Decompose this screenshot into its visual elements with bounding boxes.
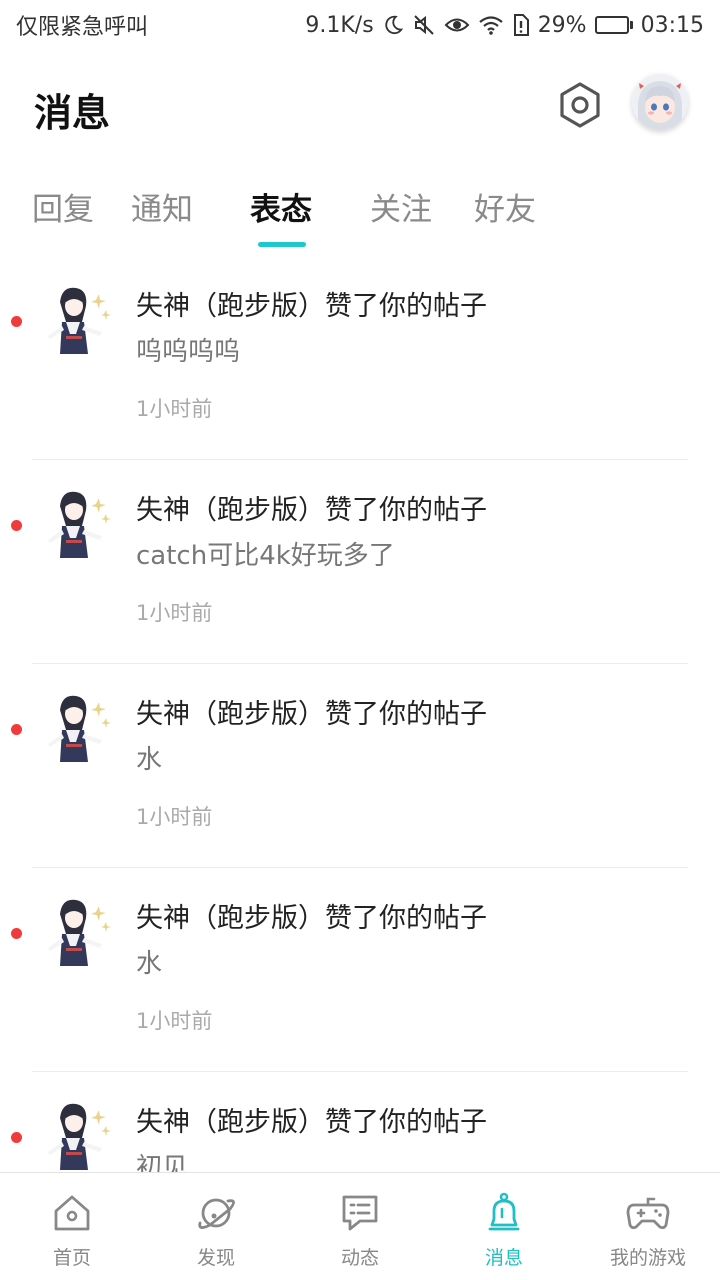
message-tabs: 回复 通知 表态 关注 好友 — [0, 176, 720, 256]
avatar[interactable] — [36, 280, 116, 360]
avatar[interactable] — [36, 1096, 116, 1172]
message-content: 水 — [136, 745, 163, 775]
message-time: 1小时前 — [136, 805, 213, 829]
tab-reply[interactable]: 回复 — [32, 184, 94, 244]
chat-icon — [338, 1191, 382, 1235]
nav-label: 消息 — [484, 1247, 523, 1269]
message-title: 失神（跑步版）赞了你的帖子 — [136, 1107, 487, 1138]
eye-icon — [444, 14, 470, 36]
list-item[interactable]: 失神（跑步版）赞了你的帖子 水 1小时前 — [0, 664, 720, 868]
avatar[interactable] — [36, 892, 116, 972]
nav-label: 我的游戏 — [609, 1247, 686, 1269]
network-speed: 9.1K/s — [305, 12, 374, 38]
nav-label: 发现 — [196, 1247, 235, 1269]
nav-home[interactable]: 首页 — [0, 1173, 144, 1280]
user-avatar[interactable] — [632, 74, 688, 130]
battery-percent: 29% — [537, 12, 587, 38]
battery-icon — [594, 16, 633, 34]
bell-icon — [482, 1191, 526, 1235]
message-title: 失神（跑步版）赞了你的帖子 — [136, 495, 487, 526]
nav-my-games[interactable]: 我的游戏 — [576, 1173, 720, 1280]
message-content: 呜呜呜呜 — [136, 337, 241, 367]
mute-icon — [412, 13, 436, 37]
list-item[interactable]: 失神（跑步版）赞了你的帖子 水 1小时前 — [0, 868, 720, 1072]
status-bar: 仅限紧急呼叫 9.1K/s 29% 03:15 — [0, 0, 720, 50]
nav-feed[interactable]: 动态 — [288, 1173, 432, 1280]
unread-dot — [11, 520, 22, 531]
carrier-text: 仅限紧急呼叫 — [16, 15, 149, 40]
avatar[interactable] — [36, 484, 116, 564]
nav-discover[interactable]: 发现 — [144, 1173, 288, 1280]
planet-icon — [194, 1191, 238, 1235]
unread-dot — [11, 316, 22, 327]
list-item[interactable]: 失神（跑步版）赞了你的帖子 catch可比4k好玩多了 1小时前 — [0, 460, 720, 664]
message-content: 初见 — [136, 1153, 189, 1172]
settings-hexagon-icon — [560, 82, 600, 128]
unread-dot — [11, 1132, 22, 1143]
unread-dot — [11, 724, 22, 735]
active-tab-indicator — [258, 242, 306, 247]
tab-reaction[interactable]: 表态 — [250, 184, 312, 244]
moon-icon — [382, 14, 404, 36]
message-title: 失神（跑步版）赞了你的帖子 — [136, 291, 487, 322]
tab-follow[interactable]: 关注 — [370, 184, 432, 244]
nav-label: 动态 — [340, 1247, 379, 1269]
list-item[interactable]: 失神（跑步版）赞了你的帖子 初见 — [0, 1072, 720, 1172]
message-title: 失神（跑步版）赞了你的帖子 — [136, 903, 487, 934]
message-list[interactable]: 失神（跑步版）赞了你的帖子 呜呜呜呜 1小时前 失神（跑步版）赞了你的帖子 ca… — [0, 256, 720, 1172]
header: 消息 — [0, 60, 720, 156]
message-time: 1小时前 — [136, 1009, 213, 1033]
home-icon — [50, 1191, 94, 1235]
list-item[interactable]: 失神（跑步版）赞了你的帖子 呜呜呜呜 1小时前 — [0, 256, 720, 460]
unread-dot — [11, 928, 22, 939]
clock: 03:15 — [640, 12, 704, 38]
nav-messages[interactable]: 消息 — [432, 1173, 576, 1280]
message-time: 1小时前 — [136, 601, 213, 625]
message-time: 1小时前 — [136, 397, 213, 421]
bottom-nav: 首页 发现 动态 消息 我的游戏 — [0, 1172, 720, 1280]
message-content: catch可比4k好玩多了 — [136, 541, 395, 571]
message-content: 水 — [136, 949, 163, 979]
page-title: 消息 — [34, 91, 111, 135]
sim-alert-icon — [512, 13, 530, 37]
gamepad-icon — [626, 1191, 670, 1235]
tab-friends[interactable]: 好友 — [474, 184, 536, 244]
status-indicators: 9.1K/s 29% 03:15 — [305, 13, 704, 38]
message-title: 失神（跑步版）赞了你的帖子 — [136, 699, 487, 730]
settings-button[interactable] — [554, 79, 606, 131]
nav-label: 首页 — [52, 1247, 91, 1269]
wifi-icon — [478, 14, 504, 36]
tab-notice[interactable]: 通知 — [131, 184, 193, 244]
avatar[interactable] — [36, 688, 116, 768]
